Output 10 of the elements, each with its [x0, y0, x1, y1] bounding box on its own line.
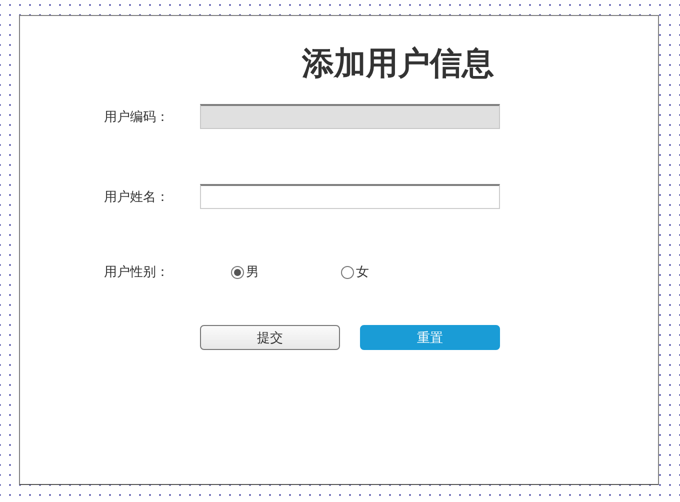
radio-button[interactable]	[231, 266, 244, 278]
field-label: 用户姓名：	[104, 188, 170, 206]
field-label: 用户性别：	[104, 264, 170, 281]
field-label: 用户编码：	[104, 108, 170, 126]
submit-button[interactable]: 提交	[200, 325, 340, 350]
radio-button[interactable]	[341, 266, 354, 278]
radio-label: 男	[246, 264, 259, 281]
form-title: 添加用户信息	[300, 44, 495, 82]
radio-label: 女	[356, 264, 369, 281]
input-field[interactable]	[200, 184, 500, 209]
